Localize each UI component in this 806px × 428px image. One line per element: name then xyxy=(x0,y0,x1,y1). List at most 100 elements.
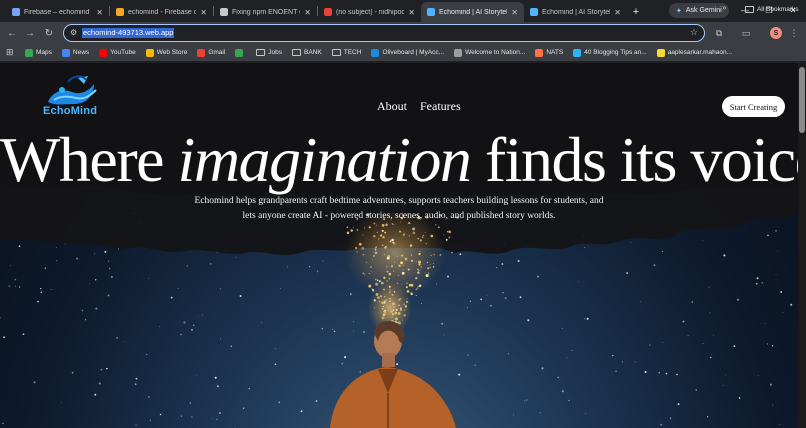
star-dot xyxy=(261,322,262,324)
tab-close-icon[interactable]: ✕ xyxy=(200,8,207,17)
ask-gemini-label: Ask Gemini xyxy=(685,7,722,14)
spark-particle xyxy=(377,237,380,240)
spark-particle xyxy=(390,310,393,313)
browser-tab[interactable]: Echomind | AI Storytel ✕ xyxy=(524,2,627,22)
star-dot xyxy=(513,414,514,416)
spark-particle xyxy=(401,284,403,285)
spark-particle xyxy=(370,270,372,272)
bookmark-item[interactable]: YouTube xyxy=(94,46,141,60)
tab-favicon-icon xyxy=(116,8,124,16)
star-dot xyxy=(212,418,214,419)
woman-illustration xyxy=(330,213,459,428)
star-dot xyxy=(3,336,6,339)
bookmark-folder[interactable]: TECH xyxy=(327,46,367,60)
star-dot xyxy=(111,276,113,278)
profile-avatar[interactable]: S xyxy=(770,27,782,39)
forward-icon[interactable]: → xyxy=(22,25,38,41)
bookmark-folder[interactable]: Jobs xyxy=(251,46,287,60)
browser-tab[interactable]: echomind - Firebase co ✕ xyxy=(110,2,213,22)
tab-close-icon[interactable]: ✕ xyxy=(614,8,621,17)
star-dot xyxy=(191,329,193,331)
bookmark-star-icon[interactable]: ☆ xyxy=(690,27,698,38)
back-icon[interactable]: ← xyxy=(4,25,20,41)
tab-close-icon[interactable]: ✕ xyxy=(96,8,103,17)
star-dot xyxy=(50,289,52,290)
spark-particle xyxy=(352,227,354,228)
reload-icon[interactable]: ↻ xyxy=(41,25,57,41)
spark-particle xyxy=(381,244,384,246)
start-creating-button[interactable]: Start Creating xyxy=(722,96,785,117)
star-dot xyxy=(14,278,17,281)
browser-tab[interactable]: Fixing npm ENOENT er ✕ xyxy=(214,2,317,22)
browser-tab[interactable]: Firebase – echomind ✕ xyxy=(6,2,109,22)
url-text[interactable]: echomind-493713.web.app xyxy=(82,28,175,38)
bookmark-label: Maps xyxy=(36,49,52,56)
spark-particle xyxy=(388,285,391,288)
bookmark-item[interactable]: News xyxy=(57,46,94,60)
spark-particle xyxy=(406,290,410,293)
scrollbar-thumb[interactable] xyxy=(799,67,805,133)
star-dot xyxy=(186,265,188,267)
browser-tab[interactable]: Echomind | AI Storytel ✕ xyxy=(421,2,524,22)
star-dot xyxy=(766,343,768,345)
browser-tab[interactable]: (no subject) - nidhipoo ✕ xyxy=(318,2,421,22)
browser-toolbar: ← → ↻ ⚙ echomind-493713.web.app ☆ ⧉ ▭ S … xyxy=(0,22,806,44)
new-tab-button[interactable]: + xyxy=(627,2,645,22)
star-dot xyxy=(722,384,724,386)
address-bar[interactable]: ⚙ echomind-493713.web.app ☆ xyxy=(63,24,705,42)
bookmark-item[interactable] xyxy=(230,46,251,60)
bookmark-item[interactable]: Web Store xyxy=(141,46,193,60)
headline-part2: finds its voice. xyxy=(484,124,798,195)
all-bookmarks-folder[interactable]: All Bookmarks xyxy=(745,2,799,16)
nav-about-link[interactable]: About xyxy=(377,99,407,114)
spark-particle xyxy=(389,240,392,243)
bookmarks-bar: ⊞ Maps News YouTube Web Store Gmail Jobs BANK T… xyxy=(0,44,806,62)
spark-particle xyxy=(403,303,405,305)
star-dot xyxy=(737,298,739,301)
bookmark-item[interactable]: Oliveboard | MyAcc... xyxy=(366,46,449,60)
spark-particle xyxy=(373,255,375,257)
menu-kebab-icon[interactable]: ⋮ xyxy=(788,27,800,39)
bookmark-folder[interactable]: BANK xyxy=(287,46,327,60)
star-dot xyxy=(216,418,218,421)
bookmark-item[interactable]: Welcome to Nation... xyxy=(449,46,530,60)
spark-particle xyxy=(415,277,418,280)
spark-particle xyxy=(430,234,434,238)
hero-headline: Where imagination finds its voice. xyxy=(0,125,798,195)
tab-close-icon[interactable]: ✕ xyxy=(511,8,518,17)
star-dot xyxy=(615,370,617,373)
spark-particle xyxy=(382,305,385,308)
subtitle-line-2: lets anyone create AI - powered stories,… xyxy=(242,211,556,221)
spark-particle xyxy=(387,255,391,258)
spark-particle xyxy=(401,319,403,321)
spark-particle xyxy=(383,310,385,312)
bookmark-item[interactable]: 40 Blogging Tips an... xyxy=(568,46,652,60)
star-dot xyxy=(682,320,685,323)
bookmark-label: 40 Blogging Tips an... xyxy=(584,49,647,56)
more-bookmarks-icon[interactable]: » xyxy=(722,3,726,12)
apps-grid-icon[interactable]: ⊞ xyxy=(6,47,20,58)
echomind-logo-text[interactable]: EchoMind xyxy=(43,105,97,117)
star-dot xyxy=(242,407,245,409)
ask-gemini-button[interactable]: ✦ Ask Gemini xyxy=(669,3,729,18)
bookmark-item[interactable]: Maps xyxy=(20,46,57,60)
spark-particle xyxy=(398,264,401,268)
spark-particle xyxy=(362,272,365,275)
spark-particle xyxy=(402,264,404,266)
sidepanel-icon[interactable]: ▭ xyxy=(740,27,752,39)
star-dot xyxy=(738,397,741,399)
bookmark-item[interactable]: Gmail xyxy=(192,46,230,60)
site-info-icon[interactable]: ⚙ xyxy=(70,28,77,37)
spark-particle xyxy=(384,245,387,248)
nav-features-link[interactable]: Features xyxy=(420,99,461,114)
page-scrollbar[interactable] xyxy=(798,63,806,428)
spark-particle xyxy=(390,265,394,268)
tab-close-icon[interactable]: ✕ xyxy=(304,8,311,17)
spark-particle xyxy=(378,280,381,283)
star-dot xyxy=(15,285,17,287)
extensions-icon[interactable]: ⧉ xyxy=(713,27,725,39)
bookmark-item[interactable]: aaplesarkar.mahaon... xyxy=(652,46,737,60)
bookmark-item[interactable]: NATS xyxy=(530,46,568,60)
spark-particle xyxy=(400,309,402,312)
tab-close-icon[interactable]: ✕ xyxy=(408,8,415,17)
